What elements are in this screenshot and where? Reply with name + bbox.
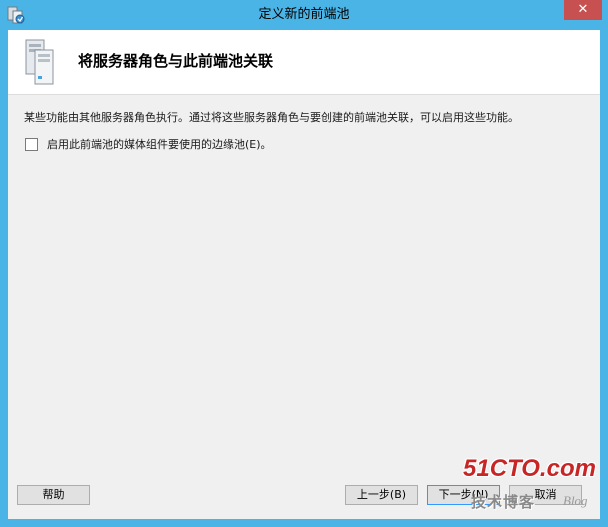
- back-button[interactable]: 上一步(B): [345, 485, 418, 505]
- cancel-button[interactable]: 取消: [509, 485, 582, 505]
- description-text: 某些功能由其他服务器角色执行。通过将这些服务器角色与要创建的前端池关联，可以启用…: [24, 111, 519, 124]
- edge-pool-checkbox[interactable]: [25, 137, 38, 151]
- close-icon: ✕: [577, 2, 589, 17]
- window-title: 定义新的前端池: [258, 7, 350, 22]
- title-bar[interactable]: 定义新的前端池 ✕: [0, 0, 608, 30]
- edge-pool-option[interactable]: 启用此前端池的媒体组件要使用的边缘池(E)。: [25, 136, 272, 152]
- edge-pool-checkbox-label[interactable]: 启用此前端池的媒体组件要使用的边缘池(E)。: [47, 136, 272, 152]
- dialog-window: 定义新的前端池 ✕ 将服务器角色与此前端池关联 某些功能由其他服务器角色执行。通…: [0, 0, 608, 527]
- wizard-header: 将服务器角色与此前端池关联: [8, 30, 600, 95]
- next-button[interactable]: 下一步(N): [427, 485, 500, 505]
- help-button[interactable]: 帮助: [17, 485, 90, 505]
- close-button[interactable]: ✕: [564, 0, 602, 20]
- dialog-client-area: 将服务器角色与此前端池关联 某些功能由其他服务器角色执行。通过将这些服务器角色与…: [8, 30, 600, 519]
- server-stack-icon: [24, 36, 62, 88]
- page-title: 将服务器角色与此前端池关联: [78, 52, 274, 70]
